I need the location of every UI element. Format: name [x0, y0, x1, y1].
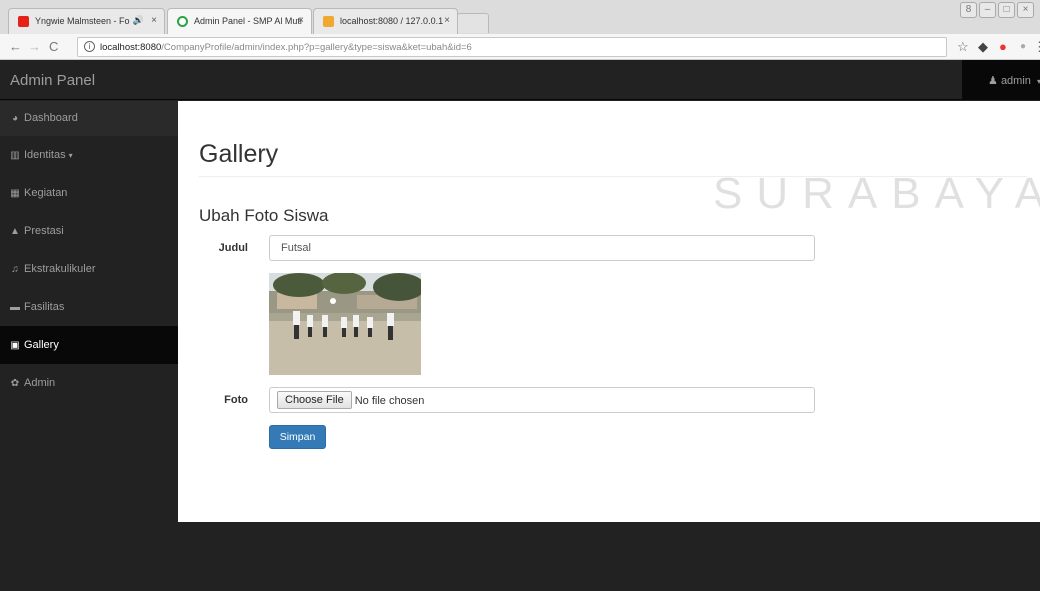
photo-futsal-image — [269, 273, 421, 375]
sidebar-item-label: Identitas — [24, 149, 66, 161]
browser-tab-youtube[interactable]: Yngwie Malmsteen - Fo 🔊 × — [8, 8, 165, 34]
sidebar-item-fasilitas[interactable]: ▬ Fasilitas — [0, 288, 178, 326]
judul-label: Judul — [218, 242, 248, 254]
tab-close-icon[interactable]: × — [151, 15, 157, 26]
browser-tab-strip: Yngwie Malmsteen - Fo 🔊 × Admin Panel - … — [0, 0, 1040, 34]
thumbs-up-icon: ▲ — [10, 226, 20, 237]
calendar-icon: ▦ — [10, 188, 20, 199]
tab-close-icon[interactable]: × — [298, 15, 304, 26]
sidebar-item-admin[interactable]: ✿ Admin — [0, 364, 178, 402]
window-controls: 8 – □ × — [960, 2, 1034, 22]
tab-label: Admin Panel - SMP Al Muti — [194, 16, 302, 26]
user-menu[interactable]: ♟ admin ▾ — [962, 60, 1040, 100]
browser-tab-admin-panel[interactable]: Admin Panel - SMP Al Muti × — [167, 8, 312, 34]
caret-down-icon: ▾ — [68, 151, 73, 160]
adblock-icon[interactable]: ● — [999, 39, 1007, 54]
info-icon[interactable]: i — [84, 41, 95, 52]
maximize-icon[interactable]: □ — [998, 2, 1015, 18]
extension-icon[interactable]: ◆ — [978, 39, 988, 55]
profile-icon[interactable]: 8 — [960, 2, 977, 18]
image-icon: ▣ — [10, 340, 20, 351]
sidebar-item-prestasi[interactable]: ▲ Prestasi — [0, 212, 178, 250]
top-navbar: Admin Panel ♟ admin ▾ — [0, 60, 1040, 100]
phpmyadmin-favicon-icon — [323, 16, 334, 27]
sidebar-item-label: Kegiatan — [24, 187, 68, 199]
institution-icon: ▥ — [10, 150, 20, 161]
current-photo — [269, 273, 421, 375]
brand-title[interactable]: Admin Panel — [10, 72, 95, 89]
form-title: Ubah Foto Siswa — [199, 206, 329, 225]
sidebar-item-ekstrakulikuler[interactable]: ♫ Ekstrakulikuler — [0, 250, 178, 288]
youtube-favicon-icon — [18, 16, 29, 27]
simpan-button[interactable]: Simpan — [269, 425, 326, 449]
star-icon[interactable]: ☆ — [957, 39, 969, 55]
user-icon: ♟ — [988, 75, 998, 87]
foto-label: Foto — [224, 394, 248, 406]
divider — [199, 176, 1027, 177]
page-title: Gallery — [199, 140, 279, 168]
gear-icon: ✿ — [10, 378, 20, 389]
tab-label: localhost:8080 / 127.0.0.1 — [340, 16, 444, 26]
music-icon: ♫ — [11, 264, 19, 275]
sidebar-item-label: Fasilitas — [24, 301, 65, 313]
sidebar-item-gallery[interactable]: ▣ Gallery — [0, 326, 178, 364]
tab-label: Yngwie Malmsteen - Fo — [35, 16, 130, 26]
foto-file-input[interactable]: Choose File No file chosen — [269, 387, 815, 413]
address-bar[interactable]: i localhost:8080/CompanyProfile/admin/in… — [77, 37, 947, 57]
menu-icon[interactable]: ⋮ — [1033, 39, 1040, 55]
new-tab-button[interactable] — [457, 13, 489, 33]
shield-extension-icon[interactable]: ● — [1020, 41, 1026, 52]
main-content: Gallery Ubah Foto Siswa Judul Futsal Fot… — [178, 101, 1040, 522]
browser-toolbar: ← → C i localhost:8080/CompanyProfile/ad… — [0, 34, 1040, 60]
sidebar-item-label: Dashboard — [24, 112, 78, 124]
sidebar-item-kegiatan[interactable]: ▦ Kegiatan — [0, 174, 178, 212]
close-window-icon[interactable]: × — [1017, 2, 1034, 18]
user-name: admin — [1000, 75, 1031, 87]
choose-file-button[interactable]: Choose File — [277, 391, 352, 409]
sidebar-item-label: Ekstrakulikuler — [24, 263, 96, 275]
browser-tab-phpmyadmin[interactable]: localhost:8080 / 127.0.0.1 × — [313, 8, 458, 34]
url-host: localhost:8080 — [100, 42, 162, 53]
bed-icon: ▬ — [10, 302, 20, 313]
url-path: /CompanyProfile/admin/index.php?p=galler… — [161, 42, 472, 53]
judul-input[interactable]: Futsal — [269, 235, 815, 261]
dashboard-icon: ◕ — [11, 113, 19, 124]
reload-icon[interactable]: C — [49, 39, 58, 54]
minimize-icon[interactable]: – — [979, 2, 996, 18]
file-status-text: No file chosen — [354, 395, 425, 407]
back-icon[interactable]: ← — [9, 39, 22, 54]
forward-icon[interactable]: → — [28, 39, 41, 54]
sidebar-item-label: Admin — [24, 377, 56, 389]
sidebar-item-label: Prestasi — [24, 225, 64, 237]
tab-close-icon[interactable]: × — [444, 15, 450, 26]
sidebar-item-identitas[interactable]: ▥ Identitas ▾ — [0, 136, 178, 174]
site-favicon-icon — [177, 16, 188, 27]
sidebar-item-label: Gallery — [24, 339, 59, 351]
sidebar-item-dashboard[interactable]: ◕ Dashboard — [0, 101, 178, 136]
sidebar: ◕ Dashboard ▥ Identitas ▾ ▦ Kegiatan ▲ Presta… — [0, 101, 178, 591]
audio-playing-icon: 🔊 — [132, 15, 144, 25]
